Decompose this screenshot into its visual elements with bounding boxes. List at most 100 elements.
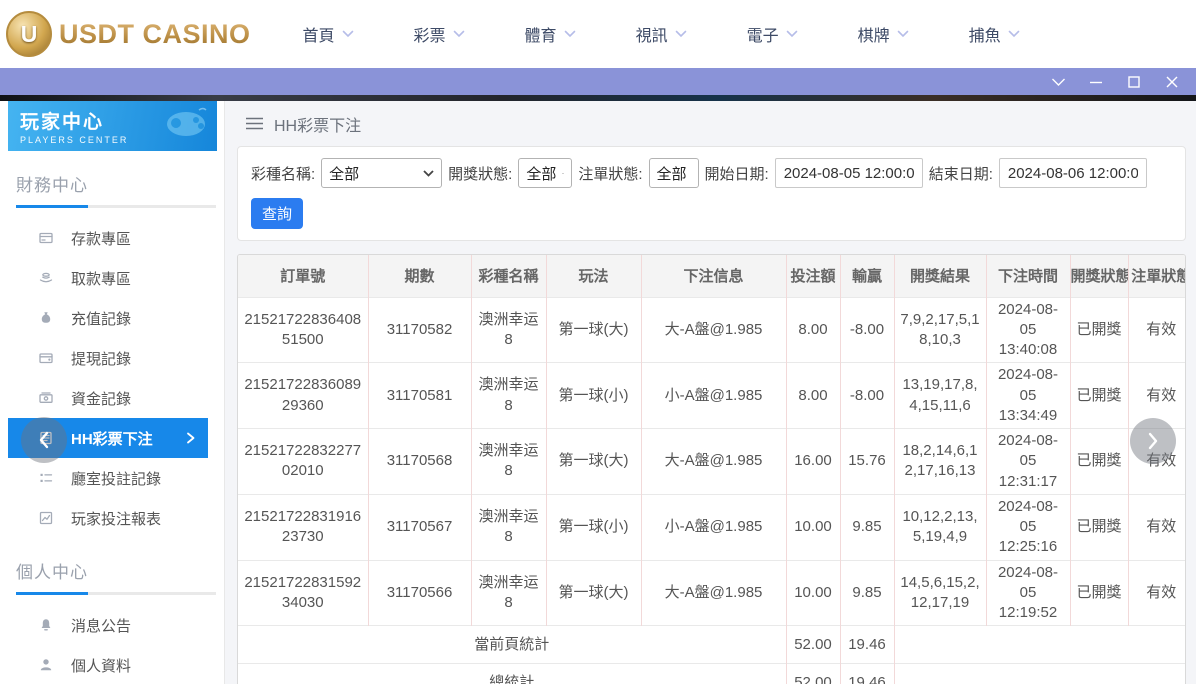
chevron-down-icon xyxy=(1008,25,1020,43)
lottery-name-label: 彩種名稱: xyxy=(251,163,315,184)
players-center-banner: 玩家中心 PLAYERS CENTER xyxy=(8,101,217,151)
nav-item-label: 電子 xyxy=(747,22,779,46)
banknote-icon xyxy=(38,390,54,406)
table-cell: 2152172283227702010 xyxy=(238,429,368,495)
column-header: 彩種名稱 xyxy=(471,255,546,297)
finance-section-underline xyxy=(16,205,216,208)
order-status-value: 全部 xyxy=(657,163,687,184)
nav-item-video[interactable]: 視訊 xyxy=(636,22,687,46)
summary-bet-total: 52.00 xyxy=(786,664,840,684)
table-cell: 澳洲幸运8 xyxy=(471,363,546,429)
table-cell: 9.85 xyxy=(840,494,894,560)
chevron-down-icon xyxy=(423,170,434,177)
table-cell: 有效 xyxy=(1128,560,1186,626)
sidebar-item-label: 資金記錄 xyxy=(71,388,131,409)
table-row: 215217228364085150031170582澳洲幸运8第一球(大)大-… xyxy=(238,297,1186,363)
table-cell: 2024-08-05 13:34:49 xyxy=(986,363,1070,429)
nav-item-lottery[interactable]: 彩票 xyxy=(414,22,465,46)
end-date-input[interactable] xyxy=(999,158,1147,188)
chevron-right-icon xyxy=(185,431,208,445)
nav-item-label: 捕魚 xyxy=(969,22,1001,46)
nav-item-sports[interactable]: 體育 xyxy=(525,22,576,46)
table-cell: 第一球(大) xyxy=(546,560,641,626)
end-date-label: 結束日期: xyxy=(929,163,993,184)
lottery-name-select[interactable]: 全部 xyxy=(321,158,442,188)
nav-item-label: 首頁 xyxy=(303,22,335,46)
sidebar-item-label: 提現記錄 xyxy=(71,348,131,369)
logo-ball-icon: U xyxy=(6,11,52,57)
table-cell: 14,5,6,15,2,12,17,19 xyxy=(894,560,986,626)
table-cell: 2152172283159234030 xyxy=(238,560,368,626)
table-cell: 澳洲幸运8 xyxy=(471,297,546,363)
site-header: U USDT CASINO 首頁 彩票 體育 視訊 電子 棋牌 捕魚 xyxy=(0,0,1196,68)
table-cell: 31170566 xyxy=(368,560,471,626)
sidebar-collapse-button[interactable] xyxy=(21,417,67,463)
card-icon xyxy=(38,230,54,246)
sidebar: 玩家中心 PLAYERS CENTER 財務中心 存款專區取款專區充值記錄提現記… xyxy=(0,101,225,684)
table-cell: 10,12,2,13,5,19,4,9 xyxy=(894,494,986,560)
money-bag-icon xyxy=(38,310,54,326)
table-cell: 小-A盤@1.985 xyxy=(641,494,786,560)
logo[interactable]: U USDT CASINO xyxy=(0,11,251,57)
start-date-input[interactable] xyxy=(775,158,923,188)
nav-item-home[interactable]: 首頁 xyxy=(303,22,354,46)
window-maximize-icon[interactable] xyxy=(1126,74,1142,90)
sidebar-item-funds-records[interactable]: 資金記錄 xyxy=(0,378,224,418)
bet-records-panel: 訂單號期數彩種名稱玩法下注信息投注額輸贏開獎結果下注時間開獎狀態注單狀態 215… xyxy=(237,254,1186,684)
table-header-row: 訂單號期數彩種名稱玩法下注信息投注額輸贏開獎結果下注時間開獎狀態注單狀態 xyxy=(238,255,1186,297)
sidebar-item-label: 個人資料 xyxy=(71,655,131,676)
draw-status-select[interactable]: 全部 xyxy=(518,158,572,188)
sidebar-item-profile[interactable]: 個人資料 xyxy=(0,645,224,684)
table-cell: 2024-08-05 12:31:17 xyxy=(986,429,1070,495)
table-row: 215217228319162373031170567澳洲幸运8第一球(小)小-… xyxy=(238,494,1186,560)
nav-item-label: 視訊 xyxy=(636,22,668,46)
table-cell: 大-A盤@1.985 xyxy=(641,297,786,363)
chevron-down-icon xyxy=(786,25,798,43)
sidebar-item-withdraw-zone[interactable]: 取款專區 xyxy=(0,258,224,298)
column-header: 開獎狀態 xyxy=(1070,255,1128,297)
table-cell: 16.00 xyxy=(786,429,840,495)
nav-item-label: 彩票 xyxy=(414,22,446,46)
personal-section-title: 個人中心 xyxy=(16,558,224,583)
window-titlebar xyxy=(0,68,1196,95)
order-status-select[interactable]: 全部 xyxy=(649,158,699,188)
window-close-icon[interactable] xyxy=(1164,74,1180,90)
menu-toggle-icon[interactable] xyxy=(246,117,263,130)
sidebar-item-label: 取款專區 xyxy=(71,268,131,289)
draw-status-value: 全部 xyxy=(526,163,556,184)
summary-label: 總統計 xyxy=(238,664,786,684)
sidebar-item-recharge-records[interactable]: 充值記錄 xyxy=(0,298,224,338)
nav-item-chess[interactable]: 棋牌 xyxy=(858,22,909,46)
chevron-down-icon xyxy=(562,170,564,177)
workspace: 玩家中心 PLAYERS CENTER 財務中心 存款專區取款專區充值記錄提現記… xyxy=(0,101,1196,684)
window-collapse-icon[interactable] xyxy=(1050,74,1066,90)
sidebar-item-withdrawal-records[interactable]: 提現記錄 xyxy=(0,338,224,378)
nav-item-electronic[interactable]: 電子 xyxy=(747,22,798,46)
table-cell: 31170581 xyxy=(368,363,471,429)
draw-status-label: 開獎狀態: xyxy=(448,163,512,184)
table-cell: 10.00 xyxy=(786,560,840,626)
window-minimize-icon[interactable] xyxy=(1088,74,1104,90)
bet-records-table: 訂單號期數彩種名稱玩法下注信息投注額輸贏開獎結果下注時間開獎狀態注單狀態 215… xyxy=(238,255,1186,684)
logo-letter: U xyxy=(21,21,38,48)
filter-row: 彩種名稱: 全部 開獎狀態: 全部 注單狀態: 全部 開始 xyxy=(251,158,1172,188)
sidebar-item-messages[interactable]: 消息公告 xyxy=(0,605,224,645)
summary-win-loss: 19.46 xyxy=(840,664,894,684)
table-cell: 已開獎 xyxy=(1070,560,1128,626)
table-cell: 18,2,14,6,12,17,16,13 xyxy=(894,429,986,495)
finance-section-title: 財務中心 xyxy=(16,171,224,196)
content-scroll-right-button[interactable] xyxy=(1130,418,1176,464)
table-cell: 31170582 xyxy=(368,297,471,363)
table-cell: 第一球(小) xyxy=(546,494,641,560)
sidebar-item-player-bet-report[interactable]: 玩家投注報表 xyxy=(0,498,224,538)
table-cell: 有效 xyxy=(1128,494,1186,560)
sidebar-item-room-bet-records[interactable]: 廳室投註記錄 xyxy=(0,458,224,498)
table-cell: 第一球(小) xyxy=(546,363,641,429)
table-cell: 8.00 xyxy=(786,363,840,429)
table-cell: 7,9,2,17,5,18,10,3 xyxy=(894,297,986,363)
sidebar-item-deposit-zone[interactable]: 存款專區 xyxy=(0,218,224,258)
query-button[interactable]: 查詢 xyxy=(251,198,303,229)
table-cell: 10.00 xyxy=(786,494,840,560)
sidebar-item-label: 廳室投註記錄 xyxy=(71,468,161,489)
nav-item-fishing[interactable]: 捕魚 xyxy=(969,22,1020,46)
